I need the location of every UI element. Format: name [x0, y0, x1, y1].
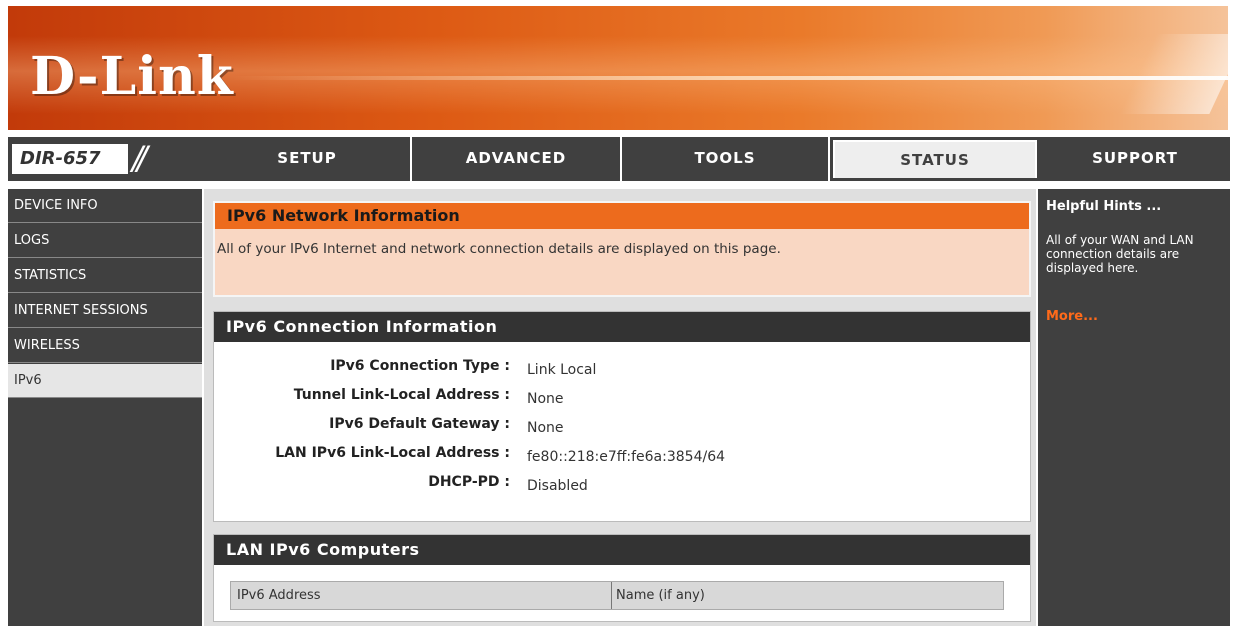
info-row-tunnel-link-local: Tunnel Link-Local Address : None: [214, 387, 1030, 409]
tab-label: TOOLS: [694, 149, 756, 167]
network-info-description: All of your IPv6 Internet and network co…: [217, 241, 781, 257]
sidebar-item-label: IPv6: [14, 373, 42, 388]
sidebar-item-wireless[interactable]: WIRELESS: [8, 329, 202, 363]
lan-computers-table-header: IPv6 Address Name (if any): [230, 581, 1004, 610]
info-row-lan-link-local: LAN IPv6 Link-Local Address : fe80::218:…: [214, 445, 1030, 467]
info-value: None: [527, 391, 564, 407]
sidebar-item-label: LOGS: [14, 233, 50, 248]
tab-support[interactable]: SUPPORT: [1040, 137, 1230, 181]
dlink-logo: D-Link: [30, 46, 234, 107]
info-value: Disabled: [527, 478, 588, 494]
model-label: DIR-657: [12, 144, 128, 174]
lan-computers-title: LAN IPv6 Computers: [214, 535, 1030, 565]
tab-tools[interactable]: TOOLS: [622, 137, 830, 181]
tab-label: STATUS: [835, 142, 1035, 178]
tab-label: SUPPORT: [1092, 149, 1178, 167]
info-value: None: [527, 420, 564, 436]
info-value: fe80::218:e7ff:fe6a:3854/64: [527, 449, 726, 465]
sidebar: DEVICE INFO LOGS STATISTICS INTERNET SES…: [8, 189, 202, 626]
main-content: IPv6 Network Information All of your IPv…: [204, 189, 1036, 626]
sidebar-item-label: DEVICE INFO: [14, 198, 98, 213]
banner-streak: [228, 76, 1228, 80]
network-info-title: IPv6 Network Information: [215, 203, 1029, 229]
info-label: IPv6 Connection Type :: [330, 358, 510, 374]
hints-title: Helpful Hints ...: [1046, 199, 1162, 214]
connection-info-box: IPv6 Connection Information IPv6 Connect…: [213, 311, 1031, 522]
info-label: IPv6 Default Gateway :: [329, 416, 510, 432]
column-header-name: Name (if any): [611, 582, 705, 609]
sidebar-item-device-info[interactable]: DEVICE INFO: [8, 189, 202, 223]
top-nav: DIR-657 // SETUP ADVANCED TOOLS STATUS S…: [8, 137, 1230, 181]
sidebar-item-internet-sessions[interactable]: INTERNET SESSIONS: [8, 294, 202, 328]
slash-decoration: //: [132, 139, 147, 177]
info-label: DHCP-PD :: [428, 474, 510, 490]
info-label: Tunnel Link-Local Address :: [293, 387, 510, 403]
info-label: LAN IPv6 Link-Local Address :: [275, 445, 510, 461]
connection-info-title: IPv6 Connection Information: [214, 312, 1030, 342]
tab-status[interactable]: STATUS: [830, 137, 1040, 181]
model-badge: DIR-657 //: [8, 137, 204, 181]
sidebar-item-logs[interactable]: LOGS: [8, 224, 202, 258]
info-row-dhcp-pd: DHCP-PD : Disabled: [214, 474, 1030, 496]
lan-computers-box: LAN IPv6 Computers IPv6 Address Name (if…: [213, 534, 1031, 622]
tab-label: SETUP: [277, 149, 337, 167]
tab-label: ADVANCED: [465, 149, 567, 167]
sidebar-item-label: STATISTICS: [14, 268, 87, 283]
tab-advanced[interactable]: ADVANCED: [412, 137, 622, 181]
info-row-default-gateway: IPv6 Default Gateway : None: [214, 416, 1030, 438]
hints-text: All of your WAN and LAN connection detai…: [1046, 233, 1194, 275]
sidebar-item-statistics[interactable]: STATISTICS: [8, 259, 202, 293]
column-header-ipv6-address: IPv6 Address: [237, 588, 321, 603]
header-banner: D-Link: [8, 6, 1228, 130]
sidebar-item-ipv6[interactable]: IPv6: [8, 364, 202, 398]
sidebar-item-label: WIRELESS: [14, 338, 80, 353]
hints-more-link[interactable]: More...: [1046, 309, 1098, 324]
helpful-hints-panel: Helpful Hints ... All of your WAN and LA…: [1038, 189, 1230, 626]
info-row-connection-type: IPv6 Connection Type : Link Local: [214, 358, 1030, 380]
network-info-box: IPv6 Network Information All of your IPv…: [213, 201, 1031, 297]
info-value: Link Local: [527, 362, 597, 378]
tab-setup[interactable]: SETUP: [204, 137, 412, 181]
sidebar-item-label: INTERNET SESSIONS: [14, 303, 148, 318]
